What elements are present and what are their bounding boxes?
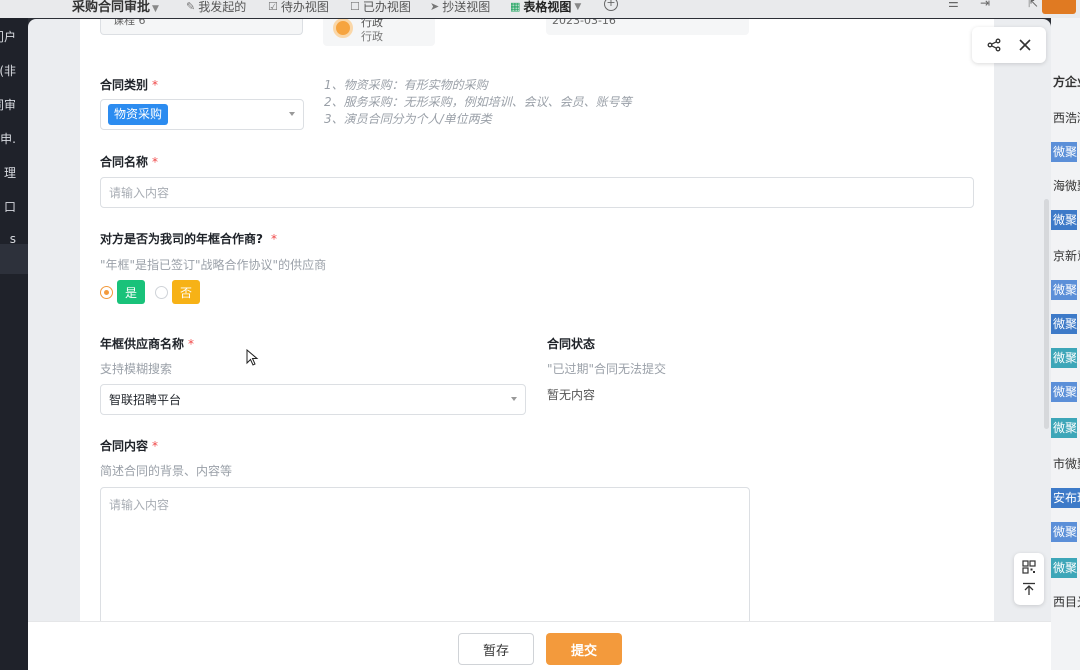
annual-partner-label: 对方是否为我司的年框合作商? * xyxy=(100,232,277,246)
column-header: 方企业 xyxy=(1053,75,1080,89)
nav-item[interactable]: 同审 xyxy=(0,96,16,113)
check-square-icon: ☐ xyxy=(350,0,360,13)
supplier-name-label: 年框供应商名称 * xyxy=(100,337,195,351)
paper-plane-icon: ✎ xyxy=(186,0,196,13)
vertical-scrollbar[interactable] xyxy=(1044,199,1049,429)
chevron-down-icon xyxy=(289,111,295,116)
cell: 西浩瀚 xyxy=(1053,111,1080,125)
check-circle-icon: ☑ xyxy=(268,0,278,13)
date-field[interactable]: 2023-03-16 xyxy=(546,19,749,35)
contract-type-note: 1、物资采购：有形实物的采购 xyxy=(324,78,488,92)
contract-status-value: 暂无内容 xyxy=(547,388,596,402)
cell-tag: 安布瑞 xyxy=(1051,488,1080,508)
save-draft-button[interactable]: 暂存 xyxy=(458,633,534,665)
option-no[interactable]: 否 xyxy=(172,280,200,304)
cell: 京新意 xyxy=(1053,249,1080,263)
cell-tag: 微聚 xyxy=(1051,418,1078,438)
contract-name-label: 合同名称 * xyxy=(100,155,159,169)
annual-partner-radio-group: 是 否 xyxy=(100,280,200,304)
mouse-cursor-icon xyxy=(246,349,259,366)
background-primary-button[interactable] xyxy=(1042,0,1076,14)
add-view-icon[interactable]: + xyxy=(604,0,618,11)
nav-item[interactable]: 关申. xyxy=(0,130,16,147)
back-to-top-button[interactable] xyxy=(1022,582,1036,599)
cell-tag: 微聚 xyxy=(1051,348,1078,368)
radio-yes[interactable] xyxy=(100,285,113,299)
cell-tag: 微聚 xyxy=(1051,558,1078,578)
tab-my-initiated[interactable]: ✎ 我发起的 xyxy=(186,0,246,15)
contract-status-hint: "已过期"合同无法提交 xyxy=(547,362,667,376)
floating-tools xyxy=(1014,553,1044,605)
contract-type-note: 2、服务采购：无形采购，例如培训、会议、会员、账号等 xyxy=(324,95,632,109)
share-out-icon[interactable]: ⇱ xyxy=(1028,0,1038,10)
contract-status-label: 合同状态 xyxy=(547,337,596,351)
cell-tag: 微聚 xyxy=(1051,142,1078,162)
selected-tag: 物资采购 xyxy=(108,104,169,125)
qr-code-icon xyxy=(1022,559,1036,574)
nav-item[interactable]: 门户 xyxy=(0,28,16,45)
back-to-top-icon xyxy=(1023,582,1035,595)
qr-code-button[interactable] xyxy=(1022,559,1036,577)
approval-form-modal: 课程 6 行政 行政 2023-03-16 合同类别 * 物资采购 1、物资采购：… xyxy=(28,19,1051,670)
supplier-name-hint: 支持模糊搜索 xyxy=(100,362,173,376)
table-icon: ▦ xyxy=(510,0,521,13)
cell-tag: 微聚 xyxy=(1051,522,1078,542)
contract-content-textarea[interactable]: 请输入内容 xyxy=(100,487,750,627)
nav-item[interactable]: s xyxy=(10,232,16,246)
department-avatar xyxy=(333,19,353,38)
contract-type-note: 3、演员合同分为个人/单位两类 xyxy=(324,112,492,126)
cell-tag: 微聚 xyxy=(1051,314,1078,334)
radio-no[interactable] xyxy=(155,285,168,299)
tab-cc-view[interactable]: ➤ 抄送视图 xyxy=(430,0,490,15)
contract-content-label: 合同内容 * xyxy=(100,439,159,453)
cell: 海微聚 xyxy=(1053,179,1080,193)
modal-corner-actions xyxy=(972,27,1046,63)
tab-done-view[interactable]: ☐ 已办视图 xyxy=(350,0,411,15)
nav-item[interactable]: 口 xyxy=(4,198,16,215)
background-topbar: 采购合同审批 ▼ ✎ 我发起的 ☑ 待办视图 ☐ 已办视图 ➤ 抄送视图 ▦ 表格视图 ▼ +… xyxy=(0,0,1080,18)
close-icon xyxy=(1018,39,1031,51)
tab-table-view[interactable]: ▦ 表格视图 ▼ xyxy=(510,0,581,15)
cell: 市微聚 xyxy=(1053,457,1080,471)
course-field[interactable]: 课程 6 xyxy=(100,19,303,35)
cell-tag: 微聚 xyxy=(1051,210,1078,230)
contract-content-hint: 简述合同的背景、内容等 xyxy=(100,464,233,478)
share-icon xyxy=(987,38,1000,52)
list-icon[interactable]: ☰ xyxy=(948,0,959,10)
export-icon[interactable]: ⇥ xyxy=(980,0,990,10)
app-title[interactable]: 采购合同审批 ▼ xyxy=(72,0,159,15)
background-left-nav: 门户 程(非 同审 关申. 理 口 s xyxy=(0,18,28,670)
share-button[interactable] xyxy=(982,33,1006,57)
send-icon: ➤ xyxy=(430,0,440,13)
option-yes[interactable]: 是 xyxy=(117,280,145,304)
modal-footer: 暂存 提交 xyxy=(28,621,1051,670)
supplier-name-select[interactable]: 智联招聘平台 xyxy=(100,384,526,415)
nav-item[interactable]: 程(非 xyxy=(0,62,16,79)
submit-button[interactable]: 提交 xyxy=(546,633,622,665)
contract-type-select[interactable]: 物资采购 xyxy=(100,99,304,130)
contract-name-input[interactable]: 请输入内容 xyxy=(100,177,974,208)
annual-partner-hint: "年框"是指已签订"战略合作协议"的供应商 xyxy=(100,258,327,272)
cell-tag: 微聚 xyxy=(1051,382,1078,402)
tab-todo-view[interactable]: ☑ 待办视图 xyxy=(268,0,329,15)
cell-tag: 微聚 xyxy=(1051,280,1078,300)
cell: 西目光 xyxy=(1053,595,1080,609)
nav-selected-bg xyxy=(0,244,28,274)
close-button[interactable] xyxy=(1013,33,1037,57)
department-sub: 行政 xyxy=(361,30,383,43)
nav-item[interactable]: 理 xyxy=(4,164,16,181)
chevron-down-icon xyxy=(511,396,517,401)
department-field[interactable]: 行政 行政 xyxy=(323,19,435,46)
background-right-column: 方企业 西浩瀚 微聚 海微聚 微聚 京新意 微聚 微聚 微聚 微聚 微聚 市微聚… xyxy=(1051,18,1080,670)
contract-type-label: 合同类别 * xyxy=(100,78,159,92)
